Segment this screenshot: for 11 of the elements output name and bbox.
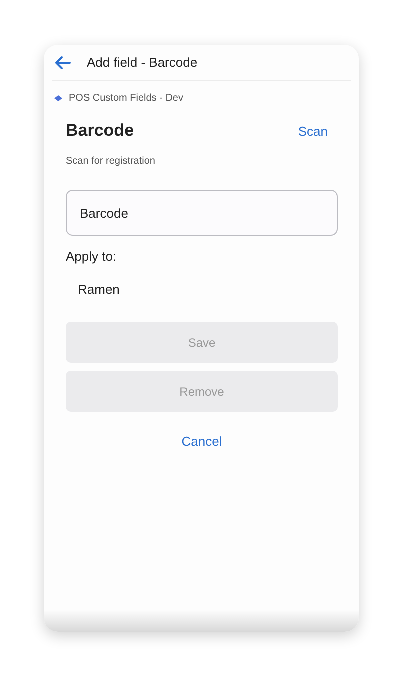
app-name: POS Custom Fields - Dev <box>69 93 184 104</box>
input-field[interactable]: Barcode <box>66 190 338 236</box>
screen-title: Add field - Barcode <box>87 55 198 70</box>
field-description: Scan for registration <box>66 156 156 167</box>
apply-to-label: Apply to: <box>66 249 118 264</box>
back-arrow-icon[interactable] <box>55 56 71 70</box>
app-icon <box>54 95 63 102</box>
cancel-link[interactable]: Cancel <box>178 432 226 451</box>
field-title: Barcode <box>66 121 134 141</box>
scan-link[interactable]: Scan <box>298 124 328 138</box>
product-name: Ramen <box>77 282 121 297</box>
